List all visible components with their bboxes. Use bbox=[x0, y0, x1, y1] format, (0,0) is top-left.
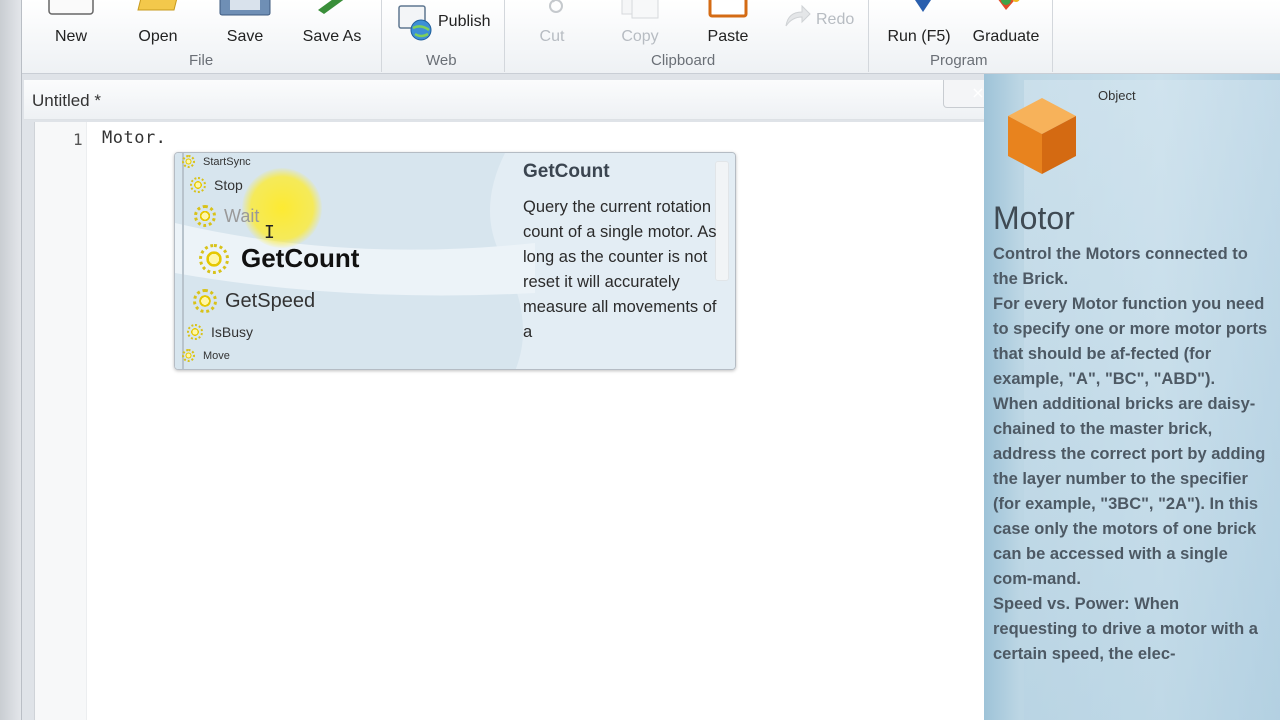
editor-title-bar: Untitled * bbox=[24, 80, 1024, 120]
clipboard-group-label: Clipboard bbox=[651, 52, 716, 69]
code-line[interactable]: Motor. bbox=[102, 128, 166, 148]
web-group-label: Web bbox=[426, 52, 457, 69]
help-description: Control the Motors connected to the Bric… bbox=[993, 242, 1268, 667]
ribbon-toolbar: New Open Save Save As File Publish Web C… bbox=[22, 0, 1280, 74]
list-item-label: Move bbox=[203, 349, 230, 362]
globe-publish-icon bbox=[398, 5, 432, 41]
close-icon: × bbox=[971, 83, 985, 102]
redo-button[interactable]: Redo bbox=[782, 4, 862, 34]
list-item-getspeed[interactable]: GetSpeed bbox=[193, 289, 315, 313]
list-item-label: Stop bbox=[214, 177, 243, 193]
folder-icon bbox=[137, 0, 178, 11]
method-gear-icon bbox=[182, 155, 195, 168]
help-paragraph: Speed vs. Power: When requesting to driv… bbox=[993, 595, 1258, 663]
method-gear-icon bbox=[194, 205, 216, 227]
cut-button-label: Cut bbox=[539, 28, 565, 45]
save-as-button-label: Save As bbox=[302, 28, 362, 45]
method-gear-icon bbox=[190, 177, 206, 193]
cut-button[interactable]: Cut bbox=[514, 0, 590, 54]
paste-button-label: Paste bbox=[707, 28, 749, 45]
help-paragraph: For every Motor function you need to spe… bbox=[993, 295, 1268, 388]
redo-button-label: Redo bbox=[816, 11, 855, 28]
graduate-button[interactable]: Graduate bbox=[964, 0, 1048, 54]
copy-button[interactable]: Copy bbox=[602, 0, 678, 54]
ribbon-separator bbox=[504, 0, 505, 72]
detail-title: GetCount bbox=[523, 161, 610, 182]
graduate-icon bbox=[998, 0, 1020, 10]
run-play-icon bbox=[915, 0, 931, 12]
save-button-label: Save bbox=[226, 28, 264, 45]
redo-arrow-icon bbox=[785, 4, 811, 27]
copy-button-label: Copy bbox=[621, 28, 659, 45]
help-paragraph: When additional bricks are daisy-chained… bbox=[993, 395, 1266, 588]
list-item-getcount-selected[interactable]: GetCount bbox=[199, 243, 359, 274]
save-as-button[interactable]: Save As bbox=[294, 0, 370, 54]
list-item-label: StartSync bbox=[203, 155, 251, 168]
list-item-wait[interactable]: Wait bbox=[194, 205, 259, 227]
floppy-disk-icon bbox=[219, 0, 271, 16]
file-group-label: File bbox=[189, 52, 214, 69]
publish-button[interactable]: Publish bbox=[395, 0, 497, 44]
method-gear-icon bbox=[193, 289, 217, 313]
list-item-label: GetCount bbox=[241, 243, 360, 273]
new-button[interactable]: New bbox=[33, 0, 109, 54]
paste-button[interactable]: Paste bbox=[690, 0, 766, 54]
list-item-startsync[interactable]: StartSync bbox=[182, 155, 251, 168]
method-gear-icon bbox=[187, 324, 203, 340]
list-item-isbusy[interactable]: IsBusy bbox=[187, 324, 253, 340]
list-item-stop[interactable]: Stop bbox=[190, 177, 243, 193]
copy-icon bbox=[621, 0, 659, 19]
help-paragraph: Control the Motors connected to the Bric… bbox=[993, 245, 1248, 288]
window-left-edge bbox=[0, 0, 22, 720]
publish-button-label: Publish bbox=[438, 13, 491, 30]
save-button[interactable]: Save bbox=[207, 0, 283, 54]
line-number-gutter: 1 bbox=[35, 122, 87, 720]
ribbon-separator bbox=[868, 0, 869, 72]
program-group-label: Program bbox=[930, 52, 988, 69]
list-item-label: Wait bbox=[224, 205, 260, 226]
graduate-button-label: Graduate bbox=[972, 28, 1040, 45]
text-cursor-icon: I bbox=[264, 222, 275, 243]
save-as-icon bbox=[318, 0, 344, 14]
ribbon-separator bbox=[381, 0, 382, 72]
method-gear-icon bbox=[182, 349, 195, 362]
list-item-label: GetSpeed bbox=[225, 289, 316, 312]
open-button-label: Open bbox=[138, 28, 178, 45]
detail-description: Query the current rotation count of a si… bbox=[523, 198, 717, 341]
new-file-icon bbox=[48, 0, 94, 15]
clipboard-paste-icon bbox=[708, 0, 748, 18]
line-number: 1 bbox=[73, 130, 83, 149]
ribbon-separator bbox=[1052, 0, 1053, 72]
object-cube-icon bbox=[1008, 98, 1076, 174]
document-title: Untitled * bbox=[32, 91, 101, 110]
run-button-label: Run (F5) bbox=[887, 28, 951, 45]
list-item-move[interactable]: Move bbox=[182, 349, 230, 362]
method-gear-icon bbox=[199, 243, 229, 274]
object-label: Object bbox=[1098, 88, 1136, 103]
help-title: Motor bbox=[993, 200, 1075, 236]
new-button-label: New bbox=[54, 28, 87, 45]
list-item-label: IsBusy bbox=[211, 324, 254, 340]
open-button[interactable]: Open bbox=[120, 0, 196, 54]
run-button[interactable]: Run (F5) bbox=[876, 0, 962, 54]
scissors-icon bbox=[549, 0, 563, 13]
